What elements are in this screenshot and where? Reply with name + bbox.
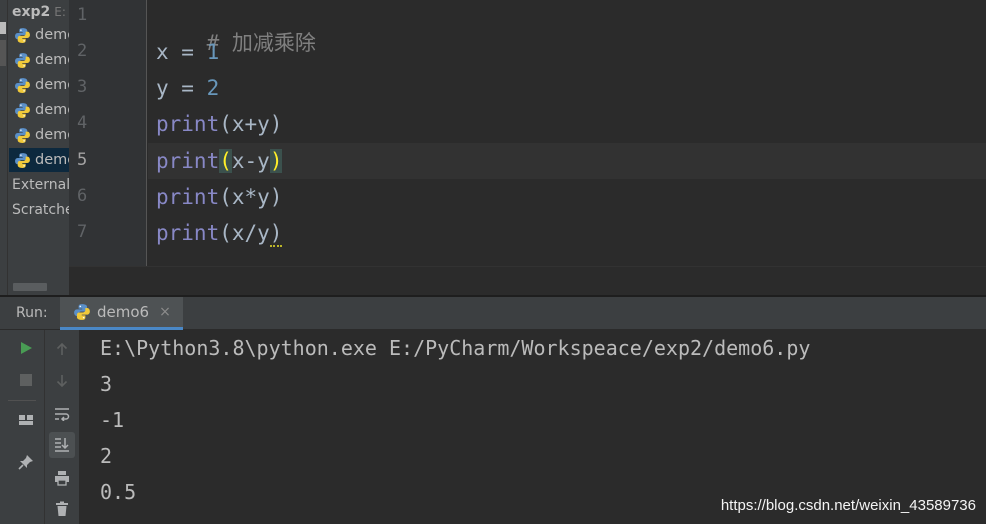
code-line-3[interactable]: y = 2: [156, 74, 219, 102]
code-editor[interactable]: # 加减乘除 x = 1 y = 2 print(x+y) print(x-y)…: [148, 0, 986, 266]
tree-file-label: demo: [35, 102, 69, 118]
console-output-line: 3: [100, 372, 113, 396]
python-file-icon: [15, 52, 30, 68]
tree-external-libraries[interactable]: External: [12, 177, 69, 193]
python-file-icon: [15, 27, 30, 43]
pin-tab-button[interactable]: [13, 449, 39, 475]
python-file-icon: [15, 152, 30, 168]
tree-file-label: demo: [35, 77, 69, 93]
arrow-down-icon: [56, 375, 68, 388]
close-icon[interactable]: ×: [159, 304, 171, 320]
print-icon: [55, 471, 69, 486]
previous-occurrence-button[interactable]: [49, 336, 75, 362]
line-number: 4: [77, 113, 88, 133]
editor-bottom-area: [69, 266, 986, 295]
code-number: 1: [206, 40, 220, 64]
code-builtin-print: print: [156, 149, 220, 173]
code-line-2[interactable]: x = 1: [156, 38, 219, 66]
code-builtin-print: print: [156, 221, 220, 245]
layout-icon: [19, 415, 33, 425]
line-number: 2: [77, 41, 88, 61]
run-tool-window-header: Run: demo6 ×: [0, 297, 986, 330]
scroll-to-end-button[interactable]: [49, 432, 75, 458]
code-line-7[interactable]: print(x/y): [156, 219, 283, 247]
code-line-4[interactable]: print(x+y): [156, 110, 282, 138]
run-console[interactable]: E:\Python3.8\python.exe E:/PyCharm/Works…: [81, 330, 986, 524]
run-toolbar-secondary: [45, 330, 80, 524]
toolbar-separator: [8, 400, 36, 401]
code-args: (x*y): [219, 185, 283, 209]
code-operator: =: [168, 40, 207, 64]
watermark-url: https://blog.csdn.net/weixin_43589736: [720, 497, 976, 514]
tree-file-item[interactable]: demo: [9, 48, 69, 72]
trash-icon: [56, 501, 68, 516]
tree-scratches[interactable]: Scratche: [12, 202, 69, 218]
project-root-label: exp2: [12, 4, 51, 20]
scroll-to-end-icon: [55, 438, 69, 452]
run-tab-label: demo6: [97, 303, 150, 321]
console-output-line: -1: [100, 408, 125, 432]
structure-stripe-button[interactable]: [0, 40, 6, 66]
clear-all-button[interactable]: [49, 496, 75, 522]
tree-file-label: demo: [35, 152, 69, 168]
project-tool-stripe[interactable]: [0, 0, 8, 297]
print-button[interactable]: [49, 465, 75, 491]
arrow-up-icon: [56, 342, 68, 355]
soft-wrap-icon: [55, 408, 70, 421]
code-comment: # 加减乘除: [206, 31, 316, 55]
line-number-current: 5: [77, 150, 88, 170]
code-builtin-print: print: [156, 185, 220, 209]
console-command-line: E:\Python3.8\python.exe E:/PyCharm/Works…: [100, 336, 811, 360]
project-root-path: E:: [54, 5, 66, 19]
tree-file-label: demo: [35, 27, 69, 43]
code-number: 2: [206, 76, 220, 100]
code-line-5[interactable]: print(x-y): [156, 147, 283, 175]
code-identifier: x: [156, 40, 169, 64]
tree-file-item[interactable]: demo: [9, 73, 69, 97]
code-args: (x+y): [219, 112, 283, 136]
run-tab-demo6[interactable]: demo6 ×: [60, 297, 183, 330]
tree-file-label: demo: [35, 127, 69, 143]
next-occurrence-button[interactable]: [49, 368, 75, 394]
rerun-button[interactable]: [13, 335, 39, 361]
code-identifier: y: [156, 76, 169, 100]
brace-match-open: (: [219, 149, 232, 173]
code-builtin-print: print: [156, 112, 220, 136]
console-output-line: 0.5: [100, 480, 137, 504]
soft-wrap-button[interactable]: [49, 401, 75, 427]
stop-icon: [20, 374, 32, 386]
python-file-icon: [74, 304, 90, 320]
tree-file-item[interactable]: demo: [9, 98, 69, 122]
tree-file-item[interactable]: demo: [9, 123, 69, 147]
code-warning-squiggle: ): [269, 221, 283, 247]
pin-icon: [18, 455, 33, 470]
console-output-line: 2: [100, 444, 113, 468]
editor-gutter: 1 2 3 4 5 6 7: [69, 0, 147, 266]
project-stripe-button[interactable]: [0, 22, 6, 34]
line-number: 3: [77, 77, 88, 97]
tree-file-label: demo: [35, 52, 69, 68]
python-file-icon: [15, 77, 30, 93]
run-label: Run:: [16, 305, 48, 321]
python-file-icon: [15, 127, 30, 143]
tree-horizontal-scrollbar[interactable]: [13, 283, 47, 291]
project-root[interactable]: exp2 E:: [12, 2, 66, 22]
line-number: 6: [77, 186, 88, 206]
code-args: (x/y: [219, 221, 270, 245]
line-number: 7: [77, 222, 88, 242]
brace-match-close: ): [269, 149, 283, 173]
python-file-icon: [15, 102, 30, 118]
run-icon: [21, 342, 32, 354]
run-toolbar-primary: [0, 330, 45, 524]
code-operator: =: [168, 76, 207, 100]
stop-button[interactable]: [13, 367, 39, 393]
line-number: 1: [77, 5, 88, 25]
code-args: x-y: [231, 149, 270, 173]
tree-file-item-selected[interactable]: demo: [9, 148, 69, 172]
tree-file-item[interactable]: demo: [9, 23, 69, 47]
project-tree: exp2E: demo demo demo demo demo demo Ext…: [0, 0, 69, 297]
code-line-6[interactable]: print(x*y): [156, 183, 282, 211]
restore-layout-button[interactable]: [13, 407, 39, 433]
